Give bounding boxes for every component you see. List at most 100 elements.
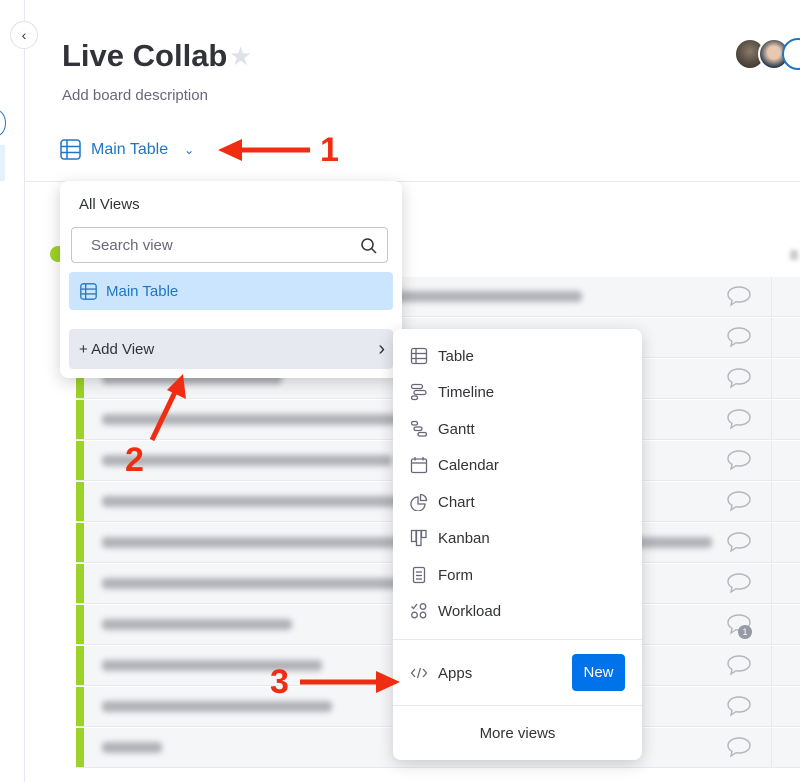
comment-icon[interactable] (726, 531, 752, 553)
add-view-button[interactable]: + Add View › (69, 329, 393, 369)
item-name[interactable] (102, 578, 402, 589)
comment-icon[interactable] (726, 285, 752, 307)
chevron-left-icon: ‹ (21, 27, 27, 43)
chevron-right-icon: › (378, 337, 385, 360)
cell-divider (771, 687, 772, 726)
comment-icon[interactable] (726, 695, 752, 717)
gantt-icon (410, 420, 428, 437)
group-color-bar (76, 441, 84, 480)
cell-divider (771, 400, 772, 439)
group-color-bar (76, 482, 84, 521)
cell-divider (771, 564, 772, 603)
cell-divider (771, 523, 772, 562)
item-name[interactable] (102, 455, 392, 466)
comment-icon[interactable] (726, 326, 752, 348)
main-table-view-tab[interactable]: Main Table ⌄ (60, 139, 194, 160)
new-badge: New (572, 654, 625, 691)
view-item-main-table[interactable]: Main Table (69, 272, 393, 310)
cell-divider (771, 605, 772, 644)
item-label: Form (438, 566, 473, 584)
cell-divider (771, 277, 772, 316)
table-icon (80, 282, 97, 300)
group-color-bar (76, 564, 84, 603)
view-label: Main Table (91, 140, 169, 158)
item-label: Table (438, 347, 474, 365)
group-color-bar (76, 646, 84, 685)
chevron-down-icon[interactable]: ⌄ (184, 143, 194, 157)
sidebar-selected-item[interactable] (0, 145, 5, 181)
cell-divider (771, 359, 772, 398)
item-name[interactable] (102, 414, 402, 425)
comment-icon[interactable] (726, 654, 752, 676)
calendar-icon (410, 457, 428, 474)
group-color-bar (76, 523, 84, 562)
annotation-2: 2 (125, 441, 144, 479)
search-icon (361, 238, 377, 254)
add-timeline-view[interactable]: Timeline (410, 380, 494, 404)
table-icon (410, 347, 428, 365)
arrowhead-1 (218, 139, 242, 161)
add-view-label: + Add View (79, 340, 155, 358)
more-views-button[interactable]: More views (393, 725, 642, 742)
comment-icon[interactable] (726, 367, 752, 389)
cell-divider (771, 441, 772, 480)
star-icon[interactable]: ★ (229, 41, 252, 72)
add-view-submenu: Table Timeline Gantt Calendar Chart Kanb… (393, 329, 642, 760)
comment-icon[interactable] (726, 408, 752, 430)
workload-icon (411, 603, 427, 619)
all-views-heading: All Views (79, 196, 140, 213)
collapse-sidebar-button[interactable]: ‹ (10, 21, 38, 49)
search-placeholder: Search view (91, 236, 173, 254)
comment-icon[interactable] (726, 736, 752, 758)
add-calendar-view[interactable]: Calendar (410, 453, 499, 477)
group-color-bar (76, 400, 84, 439)
views-dropdown: All Views Search view Main Table + Add V… (60, 181, 402, 378)
view-item-label: Main Table (106, 282, 179, 300)
sidebar-icon[interactable] (0, 110, 6, 136)
form-icon (412, 566, 426, 584)
item-name[interactable] (102, 496, 442, 507)
search-view-input[interactable]: Search view (71, 227, 388, 263)
add-kanban-view[interactable]: Kanban (410, 526, 490, 550)
item-label: Apps (438, 664, 473, 682)
menu-divider (393, 705, 642, 706)
add-gantt-view[interactable]: Gantt (410, 417, 475, 441)
cell-divider (771, 482, 772, 521)
item-label: Kanban (438, 529, 490, 547)
group-color-bar (76, 728, 84, 767)
item-label: Workload (438, 602, 502, 620)
board-description[interactable]: Add board description (62, 87, 208, 104)
add-chart-view[interactable]: Chart (410, 490, 475, 514)
apps-item[interactable]: Apps (410, 661, 472, 685)
table-icon (60, 139, 81, 160)
item-name[interactable] (102, 701, 332, 712)
comment-icon[interactable] (726, 490, 752, 512)
kanban-icon (410, 529, 427, 547)
item-name[interactable] (102, 619, 292, 630)
cell-divider (771, 728, 772, 767)
chart-icon (410, 493, 428, 511)
column-header (790, 250, 798, 260)
annotation-3: 3 (270, 663, 289, 701)
cell-divider (771, 646, 772, 685)
add-workload-view[interactable]: Workload (410, 599, 501, 623)
timeline-icon (410, 383, 427, 401)
comment-count-badge: 1 (738, 625, 752, 639)
add-table-view[interactable]: Table (410, 344, 474, 368)
add-form-view[interactable]: Form (410, 563, 473, 587)
item-name[interactable] (102, 660, 322, 671)
comment-icon[interactable] (726, 572, 752, 594)
item-name[interactable] (102, 742, 162, 753)
group-color-bar (76, 687, 84, 726)
code-icon (410, 667, 428, 679)
board-title[interactable]: Live Collab (62, 38, 227, 74)
menu-divider (393, 639, 642, 640)
item-label: Chart (438, 493, 475, 511)
item-label: Gantt (438, 420, 475, 438)
cell-divider (771, 318, 772, 357)
comment-icon[interactable] (726, 449, 752, 471)
board-members[interactable] (734, 38, 800, 70)
item-label: Timeline (438, 383, 495, 401)
annotation-1: 1 (320, 131, 339, 169)
group-color-bar (76, 605, 84, 644)
